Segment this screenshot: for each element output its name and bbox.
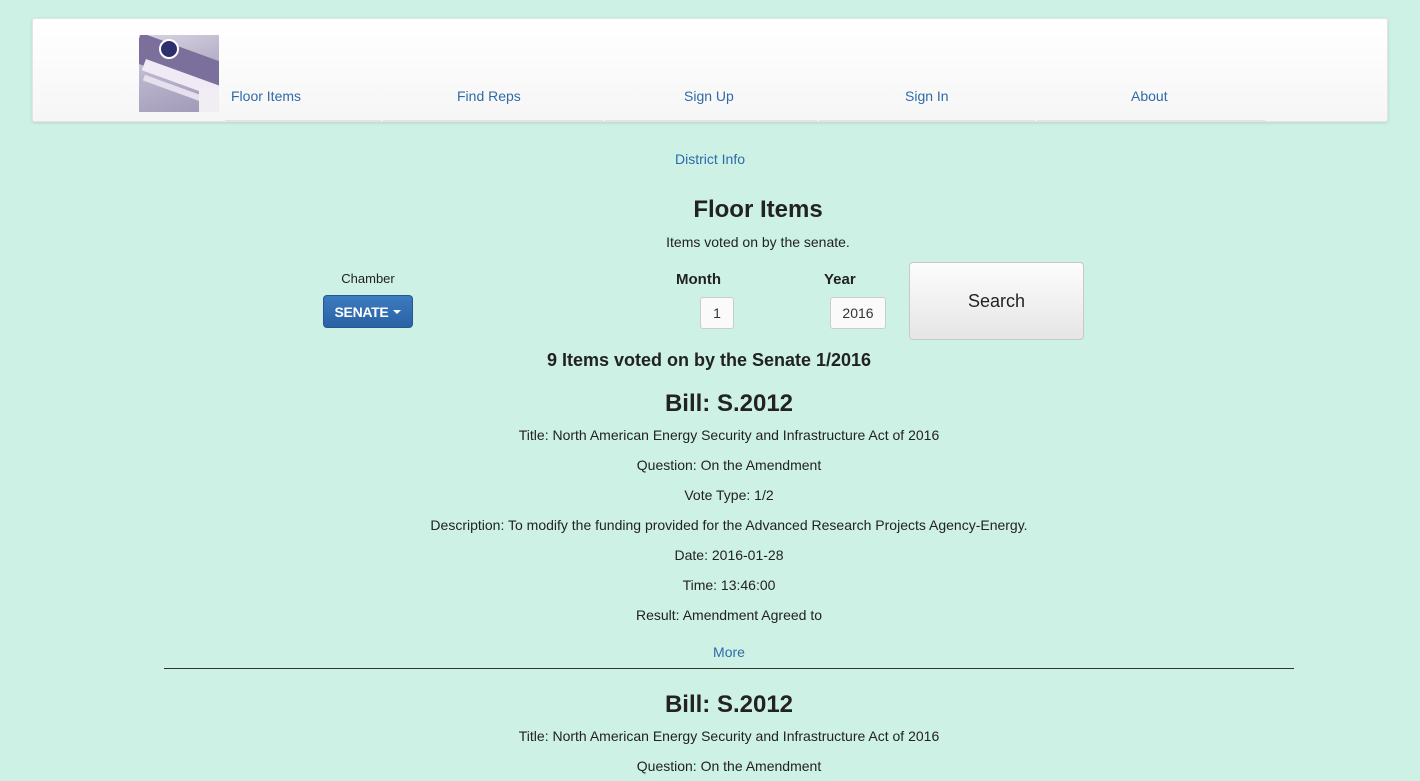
search-button[interactable]: Search xyxy=(909,262,1084,340)
logo-badge xyxy=(159,39,179,59)
floor-item: Bill: S.2012 Title: North American Energ… xyxy=(164,688,1294,781)
caret-down-icon xyxy=(393,309,402,314)
more-link[interactable]: More xyxy=(164,637,1294,667)
page-subtitle: Items voted on by the senate. xyxy=(666,234,850,250)
month-label: Month xyxy=(676,271,721,288)
chamber-dropdown-button[interactable]: SENATE xyxy=(323,295,413,328)
nav-find-reps[interactable]: Find Reps xyxy=(457,88,521,104)
item-date: Date: 2016-01-28 xyxy=(674,547,784,563)
top-navbar: Floor Items Find Reps Sign Up Sign In Ab… xyxy=(32,18,1388,122)
nav-divider xyxy=(1037,120,1265,122)
district-info-container: District Info xyxy=(0,151,1420,167)
page-title: Floor Items xyxy=(693,196,823,223)
month-input[interactable] xyxy=(700,297,734,329)
item-time: Time: 13:46:00 xyxy=(682,577,776,593)
floor-item: Bill: S.2012 Title: North American Energ… xyxy=(164,387,1294,669)
nav-floor-items[interactable]: Floor Items xyxy=(231,88,301,104)
nav-sign-up[interactable]: Sign Up xyxy=(684,88,734,104)
year-input[interactable] xyxy=(830,297,886,329)
nav-divider xyxy=(819,120,1035,122)
item-question: Question: On the Amendment xyxy=(636,758,822,774)
item-divider xyxy=(164,668,1294,669)
district-info-link[interactable]: District Info xyxy=(675,151,745,167)
item-vote-type: Vote Type: 1/2 xyxy=(684,487,774,503)
results-summary: 9 Items voted on by the Senate 1/2016 xyxy=(546,350,872,370)
bill-number: Bill: S.2012 xyxy=(664,390,794,417)
logo-corner xyxy=(199,89,219,112)
item-title: Title: North American Energy Security an… xyxy=(518,427,940,443)
item-description: Description: To modify the funding provi… xyxy=(430,517,1028,533)
nav-sign-in[interactable]: Sign In xyxy=(905,88,949,104)
item-question: Question: On the Amendment xyxy=(636,457,822,473)
nav-divider xyxy=(605,120,817,122)
nav-about[interactable]: About xyxy=(1131,88,1168,104)
item-title: Title: North American Energy Security an… xyxy=(518,728,940,744)
chamber-value: SENATE xyxy=(334,303,389,320)
nav-divider xyxy=(383,120,603,122)
bill-number: Bill: S.2012 xyxy=(664,691,794,718)
item-result: Result: Amendment Agreed to xyxy=(636,607,822,623)
nav-divider xyxy=(225,120,381,122)
chamber-label: Chamber xyxy=(341,271,395,286)
ballot-drop-box-logo[interactable] xyxy=(139,35,219,112)
year-label: Year xyxy=(824,271,856,288)
